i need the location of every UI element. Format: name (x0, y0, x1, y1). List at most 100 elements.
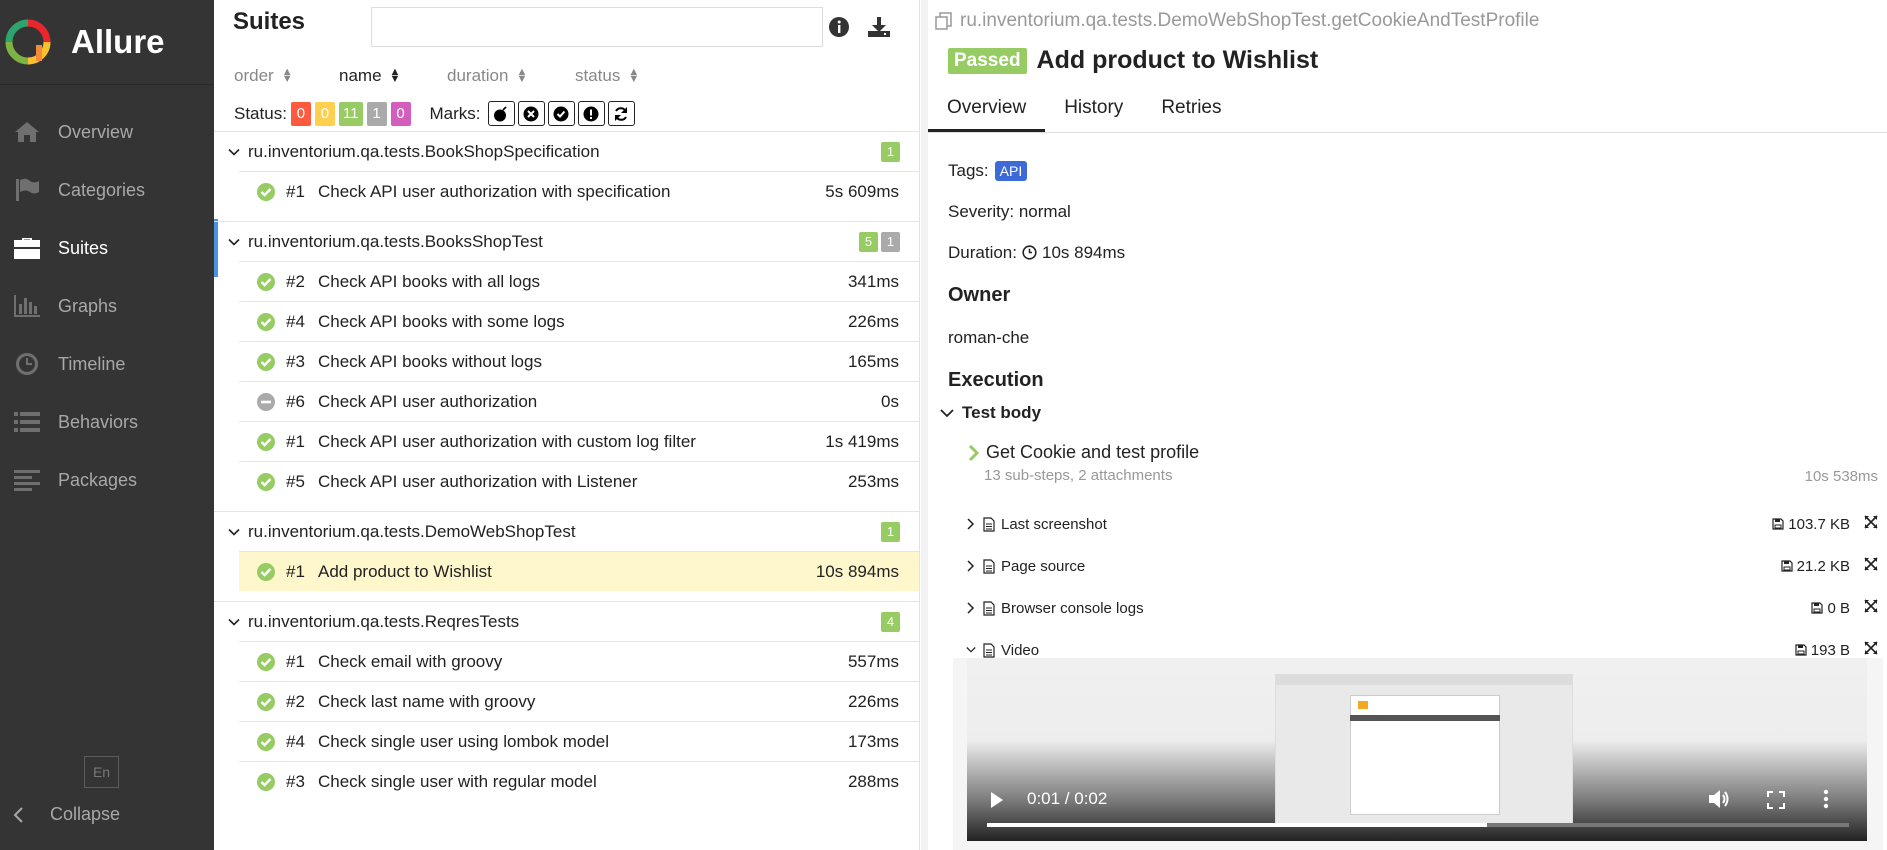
suite-group-header[interactable]: ru.inventorium.qa.tests.BookShopSpecific… (214, 132, 919, 171)
passed-check-icon (257, 692, 275, 711)
test-row[interactable]: #2 Check last name with groovy 226ms (239, 681, 919, 721)
sidebar-item-timeline[interactable]: Timeline (0, 335, 214, 393)
flaky-mark-toggle[interactable] (487, 101, 515, 126)
attachment-size-value: 21.2 KB (1796, 557, 1850, 575)
marks-filter-label: Marks: (429, 103, 481, 123)
test-order: #2 (286, 271, 305, 291)
exclamation-circle-icon (583, 106, 599, 121)
collapse-button[interactable]: Collapse (12, 804, 120, 825)
retries-mark-toggle[interactable] (607, 101, 635, 126)
bomb-icon (494, 105, 507, 121)
attachment-size-value: 103.7 KB (1788, 515, 1850, 533)
sort-label: status (575, 66, 621, 85)
sort-arrows-icon: ▲ ▼ (516, 66, 528, 85)
test-title: Add product to Wishlist (1036, 46, 1319, 74)
more-options-icon[interactable] (1823, 789, 1829, 809)
clock-icon (1022, 245, 1037, 260)
test-full-name: ru.inventorium.qa.tests.DemoWebShopTest.… (934, 10, 1539, 32)
status-filter-badge[interactable]: 11 (338, 101, 363, 126)
status-filter-badge[interactable]: 0 (314, 101, 335, 126)
attachment-size: 0 B (1811, 600, 1850, 617)
video-container: 0:01 / 0:02 (953, 658, 1883, 850)
sidebar-item-categories[interactable]: Categories (0, 161, 214, 219)
test-duration: 10s 894ms (815, 561, 899, 581)
new-broken-mark-toggle[interactable] (577, 101, 605, 126)
test-row[interactable]: #1 Check API user authorization with cust… (239, 421, 919, 461)
status-filter-badge[interactable]: 0 (290, 101, 311, 126)
passed-check-icon (257, 772, 275, 791)
step-item[interactable]: Get Cookie and test profile 13 sub-steps… (968, 442, 1878, 485)
test-row[interactable]: #5 Check API user authorization with List… (239, 461, 919, 501)
expand-icon[interactable] (1864, 515, 1878, 533)
video-progress-bar[interactable] (987, 823, 1849, 827)
suite-group-header[interactable]: ru.inventorium.qa.tests.BooksShopTest 5 1 (214, 222, 919, 261)
test-body-toggle[interactable]: Test body (940, 403, 1041, 423)
test-row[interactable]: #1 Add product to Wishlist 10s 894ms (239, 551, 919, 591)
count-badge: 1 (881, 521, 900, 542)
test-row[interactable]: #3 Check single user with regular model 28… (239, 761, 919, 801)
tab-retries[interactable]: Retries (1142, 90, 1240, 132)
sidebar-item-graphs[interactable]: Graphs (0, 277, 214, 335)
sidebar-item-behaviors[interactable]: Behaviors (0, 393, 214, 451)
attachment-row[interactable]: Page source 21.2 KB (966, 545, 1878, 587)
suite-group-name: ru.inventorium.qa.tests.DemoWebShopTest (248, 521, 576, 541)
attachment-row[interactable]: Last screenshot 103.7 KB (966, 503, 1878, 545)
copy-icon[interactable] (934, 11, 954, 31)
suite-group: ru.inventorium.qa.tests.BookShopSpecific… (214, 131, 919, 211)
expand-icon[interactable] (1864, 557, 1878, 575)
sort-by-duration[interactable]: duration ▲ ▼ (447, 66, 575, 86)
new-passed-mark-toggle[interactable] (547, 101, 575, 126)
status-filter-badge[interactable]: 1 (366, 101, 387, 126)
expand-icon[interactable] (1864, 641, 1878, 659)
sidebar-item-suites[interactable]: Suites (0, 219, 218, 277)
info-icon[interactable] (826, 14, 852, 40)
suite-group-header[interactable]: ru.inventorium.qa.tests.ReqresTests 4 (214, 602, 919, 641)
play-icon[interactable] (989, 791, 1005, 809)
test-row[interactable]: #2 Check API books with all logs 341ms (239, 261, 919, 301)
volume-icon[interactable] (1708, 789, 1730, 809)
attachment-row[interactable]: Browser console logs 0 B (966, 587, 1878, 629)
step-title: Get Cookie and test profile (968, 442, 1878, 463)
sidebar-item-overview[interactable]: Overview (0, 103, 214, 161)
fullscreen-icon[interactable] (1767, 791, 1785, 809)
test-row[interactable]: #1 Check email with groovy 557ms (239, 641, 919, 681)
test-order: #1 (286, 431, 305, 451)
sidebar-item-label: Suites (58, 237, 109, 258)
test-row[interactable]: #3 Check API books without logs 165ms (239, 341, 919, 381)
download-icon[interactable] (866, 14, 892, 40)
passed-check-icon (257, 562, 275, 581)
test-order: #1 (286, 651, 305, 671)
chevron-right-icon (967, 602, 975, 614)
tab-overview[interactable]: Overview (928, 90, 1046, 132)
allure-logo (5, 19, 51, 65)
sort-by-order[interactable]: order ▲ ▼ (234, 66, 339, 86)
pane-splitter[interactable] (921, 0, 928, 850)
brand[interactable]: Allure (0, 0, 214, 85)
test-duration: 557ms (847, 651, 899, 671)
test-row[interactable]: #1 Check API user authorization with spec… (239, 171, 919, 211)
search-input[interactable] (371, 7, 823, 47)
status-filter-badge[interactable]: 0 (390, 101, 411, 126)
language-switcher[interactable]: En (84, 756, 119, 788)
expand-icon[interactable] (1864, 599, 1878, 617)
suite-group-name: ru.inventorium.qa.tests.BooksShopTest (248, 231, 543, 251)
test-duration: 173ms (847, 731, 899, 751)
suite-counts: 4 (878, 611, 900, 632)
test-order: #1 (286, 181, 305, 201)
test-row[interactable]: #4 Check single user using lombok model 17… (239, 721, 919, 761)
tab-history[interactable]: History (1045, 90, 1142, 132)
duration-label: Duration: (948, 242, 1017, 262)
home-icon (12, 119, 42, 145)
test-row[interactable]: #6 Check API user authorization 0s (239, 381, 919, 421)
video-progress-fill (987, 823, 1487, 827)
sort-by-status[interactable]: status ▲ ▼ (575, 66, 639, 86)
new-failed-mark-toggle[interactable] (517, 101, 545, 126)
owner-title: Owner (948, 283, 1011, 306)
test-details-pane: ru.inventorium.qa.tests.DemoWebShopTest.… (928, 0, 1887, 850)
filter-controls: Status: 0 0 11 1 0 Marks: (234, 101, 635, 126)
suite-group-header[interactable]: ru.inventorium.qa.tests.DemoWebShopTest 1 (214, 512, 919, 551)
sort-by-name[interactable]: name ▲ ▼ (339, 66, 447, 86)
test-row[interactable]: #4 Check API books with some logs 226ms (239, 301, 919, 341)
sidebar-item-packages[interactable]: Packages (0, 451, 214, 509)
video-player[interactable]: 0:01 / 0:02 (967, 658, 1867, 841)
